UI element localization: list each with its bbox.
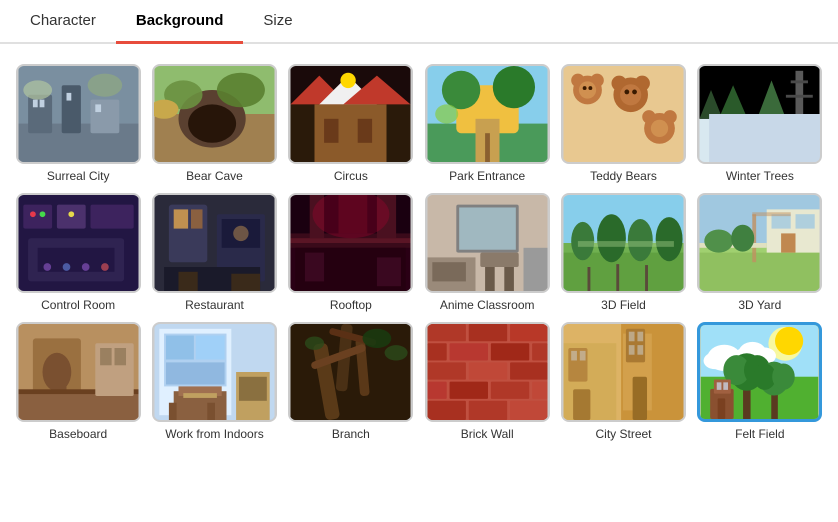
grid-item-label-3d-field: 3D Field xyxy=(601,298,646,312)
grid-item-branch[interactable]: Branch xyxy=(288,322,414,441)
grid-item-label-bear-cave: Bear Cave xyxy=(186,169,243,183)
grid-item-park-entrance[interactable]: Park Entrance xyxy=(424,64,550,183)
grid-item-baseboard[interactable]: Baseboard xyxy=(15,322,141,441)
grid-item-label-branch: Branch xyxy=(332,427,370,441)
thumb-rooftop xyxy=(288,193,413,293)
grid-item-rooftop[interactable]: Rooftop xyxy=(288,193,414,312)
thumb-surreal-city xyxy=(16,64,141,164)
grid-container: Surreal City Bear Cave Circus Park Entra… xyxy=(0,44,838,461)
thumb-control-room xyxy=(16,193,141,293)
thumb-brick-wall xyxy=(425,322,550,422)
thumb-3d-yard xyxy=(697,193,822,293)
grid-item-city-street[interactable]: City Street xyxy=(560,322,686,441)
grid-item-teddy-bears[interactable]: Teddy Bears xyxy=(560,64,686,183)
grid-item-label-3d-yard: 3D Yard xyxy=(738,298,781,312)
grid-item-label-city-street: City Street xyxy=(595,427,651,441)
thumb-bear-cave xyxy=(152,64,277,164)
thumb-city-street xyxy=(561,322,686,422)
grid-item-label-park-entrance: Park Entrance xyxy=(449,169,525,183)
grid-item-label-rooftop: Rooftop xyxy=(330,298,372,312)
grid-item-bear-cave[interactable]: Bear Cave xyxy=(151,64,277,183)
thumb-park-entrance xyxy=(425,64,550,164)
grid-item-surreal-city[interactable]: Surreal City xyxy=(15,64,141,183)
thumb-branch xyxy=(288,322,413,422)
tabs-container: CharacterBackgroundSize xyxy=(0,0,838,44)
thumb-circus xyxy=(288,64,413,164)
grid-item-winter-trees[interactable]: Winter Trees xyxy=(697,64,823,183)
grid-item-label-winter-trees: Winter Trees xyxy=(726,169,794,183)
thumb-winter-trees xyxy=(697,64,822,164)
grid-item-3d-field[interactable]: 3D Field xyxy=(560,193,686,312)
grid-item-label-work-from-indoors: Work from Indoors xyxy=(165,427,263,441)
grid-item-anime-classroom[interactable]: Anime Classroom xyxy=(424,193,550,312)
thumb-felt-field xyxy=(697,322,822,422)
grid-item-label-restaurant: Restaurant xyxy=(185,298,244,312)
tab-size[interactable]: Size xyxy=(243,0,312,44)
grid-item-restaurant[interactable]: Restaurant xyxy=(151,193,277,312)
grid-item-label-brick-wall: Brick Wall xyxy=(461,427,514,441)
thumb-restaurant xyxy=(152,193,277,293)
grid-item-work-from-indoors[interactable]: Work from Indoors xyxy=(151,322,277,441)
thumb-anime-classroom xyxy=(425,193,550,293)
grid-item-brick-wall[interactable]: Brick Wall xyxy=(424,322,550,441)
grid-item-label-circus: Circus xyxy=(334,169,368,183)
tab-character[interactable]: Character xyxy=(10,0,116,44)
grid-item-label-surreal-city: Surreal City xyxy=(47,169,110,183)
grid-item-label-teddy-bears: Teddy Bears xyxy=(590,169,657,183)
thumb-teddy-bears xyxy=(561,64,686,164)
grid-item-3d-yard[interactable]: 3D Yard xyxy=(697,193,823,312)
thumb-work-from-indoors xyxy=(152,322,277,422)
grid-item-label-felt-field: Felt Field xyxy=(735,427,784,441)
grid-item-control-room[interactable]: Control Room xyxy=(15,193,141,312)
tab-background[interactable]: Background xyxy=(116,0,244,44)
thumb-baseboard xyxy=(16,322,141,422)
grid-item-label-baseboard: Baseboard xyxy=(49,427,107,441)
grid-item-felt-field[interactable]: Felt Field xyxy=(697,322,823,441)
grid-item-circus[interactable]: Circus xyxy=(288,64,414,183)
thumb-3d-field xyxy=(561,193,686,293)
grid-item-label-anime-classroom: Anime Classroom xyxy=(440,298,535,312)
grid-item-label-control-room: Control Room xyxy=(41,298,115,312)
